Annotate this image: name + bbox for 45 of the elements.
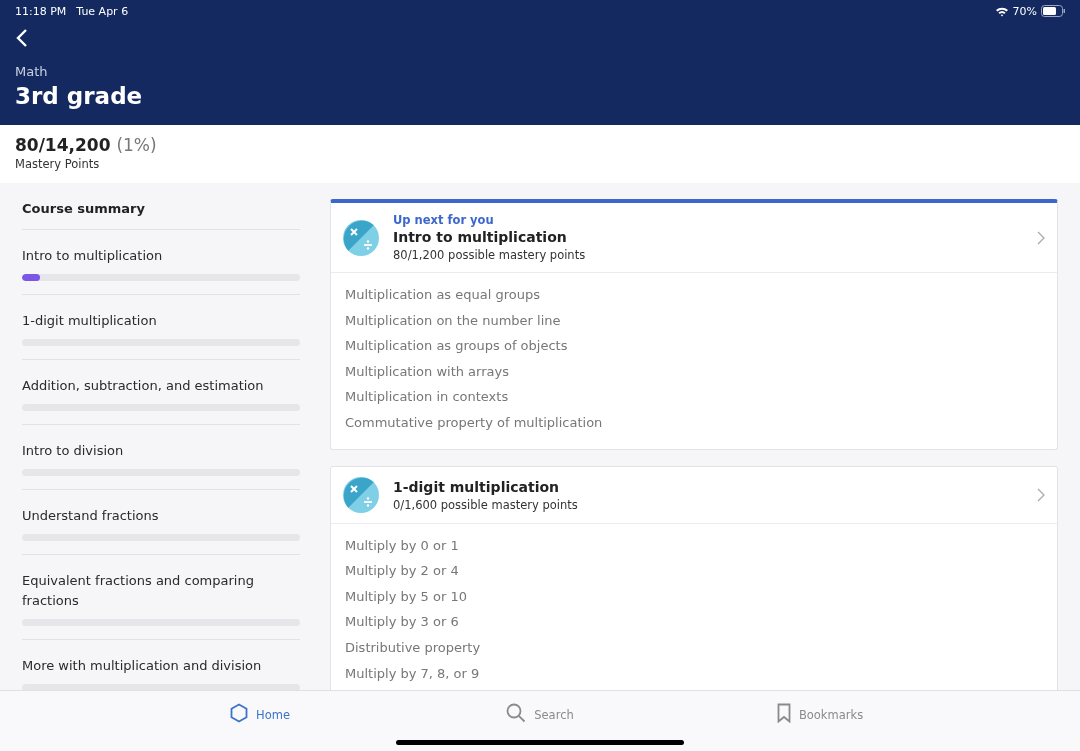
unit-link[interactable]: Addition, subtraction, and estimation	[22, 376, 300, 396]
back-icon[interactable]	[15, 28, 29, 48]
unit-link[interactable]: Understand fractions	[22, 506, 300, 526]
lesson-link[interactable]: Commutative property of multiplication	[345, 414, 603, 430]
battery-icon	[1041, 5, 1065, 17]
unit-mastery-points: 80/1,200 possible mastery points	[393, 248, 587, 262]
lesson-link[interactable]: Multiplication with arrays	[345, 363, 509, 379]
lesson-link[interactable]: Multiply by 7, 8, or 9	[345, 665, 480, 681]
lesson-link[interactable]: Multiply by 3 or 6	[345, 614, 459, 630]
unit-link[interactable]: Intro to multiplication	[22, 246, 300, 266]
unit-link[interactable]: More with multiplication and division	[22, 656, 300, 676]
tab-bar-item[interactable]: Search	[400, 691, 680, 751]
battery-percent: 70%	[1012, 4, 1037, 18]
status-time: 11:18 PM	[15, 4, 67, 18]
lesson-link[interactable]: Multiply by 2 or 4	[345, 563, 459, 579]
mastery-points-total: 80/14,200 (1%)	[15, 135, 158, 155]
tab-bar-item[interactable]: Bookmarks	[680, 691, 960, 751]
lesson-link[interactable]: Distributive property	[345, 639, 481, 655]
math-operations-icon	[343, 476, 379, 513]
mastery-points-label: Mastery Points	[15, 157, 101, 171]
unit-mastery-points: 0/1,600 possible mastery points	[393, 498, 579, 513]
hexagon-icon	[230, 703, 248, 723]
tab-bar-item[interactable]: Home	[120, 691, 400, 751]
unit-link[interactable]: Equivalent fractions and comparing fractions	[22, 571, 300, 611]
course-title: 3rd grade	[15, 83, 144, 109]
lesson-link[interactable]: Multiply by 5 or 10	[345, 588, 467, 604]
math-operations-icon	[343, 219, 379, 256]
lesson-link[interactable]: Multiplication in contexts	[345, 389, 509, 405]
unit-title[interactable]: 1-digit multiplication	[393, 479, 1023, 496]
unit-title[interactable]: Intro to multiplication	[393, 229, 1023, 245]
status-date: Tue Apr 6	[76, 4, 129, 18]
search-icon	[506, 703, 527, 723]
lesson-link[interactable]: Multiplication as equal groups	[345, 287, 540, 302]
subject-label: Math	[15, 64, 49, 79]
chevron-right-icon[interactable]	[1037, 230, 1045, 245]
bookmark-icon	[776, 703, 791, 723]
lesson-link[interactable]: Multiplication as groups of objects	[345, 338, 568, 354]
up-next-label: Up next for you	[393, 213, 495, 227]
unit-link[interactable]: Intro to division	[22, 441, 300, 461]
lesson-link[interactable]: Multiplication on the number line	[345, 312, 561, 328]
unit-link[interactable]: 1-digit multiplication	[22, 311, 300, 331]
lesson-link[interactable]: Multiply by 0 or 1	[345, 537, 459, 553]
course-summary-title: Course summary	[22, 183, 300, 230]
chevron-right-icon[interactable]	[1037, 487, 1045, 502]
wifi-icon	[994, 5, 1009, 17]
